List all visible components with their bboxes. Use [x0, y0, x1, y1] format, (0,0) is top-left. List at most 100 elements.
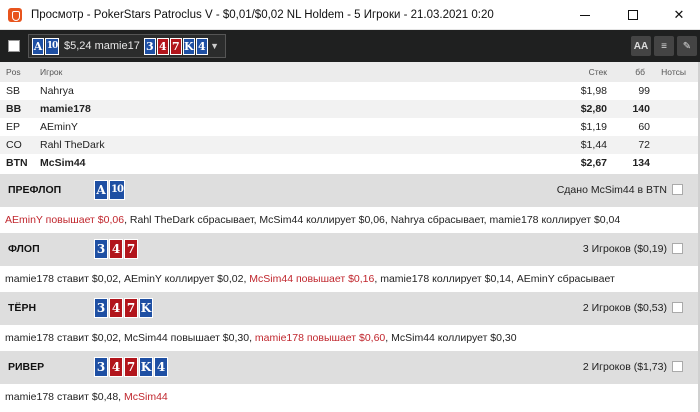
playing-card: 4 — [109, 357, 123, 377]
player-position: BB — [6, 103, 22, 115]
toolbar: A 10 $5,24 mamie17 347K4 ▼ AA ≡ ✎ — [0, 30, 700, 62]
street-header: ТЁРН 3 4 7 K 2 Игроков ($0,53) — [0, 292, 700, 325]
street-cards: 347K4 — [94, 357, 169, 377]
action-text: mamie178 ставит $0,02, AEminY коллирует … — [5, 273, 250, 285]
pencil-icon: ✎ — [682, 40, 692, 52]
chevron-down-icon: ▼ — [210, 41, 219, 51]
player-name: Rahl TheDark — [40, 139, 105, 151]
playing-card: 3 — [94, 357, 108, 377]
font-size-icon: AA — [633, 40, 649, 52]
street-cards: 347K — [94, 298, 154, 318]
street-header: РИВЕР 3 4 7 K 4 2 Игроков ($1,73) — [0, 351, 700, 384]
player-bb: 72 — [638, 139, 650, 151]
street-pot: 2 Игроков ($1,73) — [582, 361, 667, 373]
list-button[interactable]: ≡ — [654, 36, 674, 56]
playing-card: K — [182, 37, 195, 55]
hand-history-panel: Pos Игрок Стек бб Нотсы SB Nahrya $1,98 99 B… — [0, 62, 700, 412]
hand-summary-text: $5,24 mamie17 — [64, 40, 140, 52]
playing-card: 4 — [154, 357, 168, 377]
playing-card: 7 — [124, 298, 138, 318]
player-position: SB — [6, 85, 21, 97]
hand-selector[interactable]: A 10 $5,24 mamie17 347K4 ▼ — [28, 34, 226, 58]
street-label: ФЛОП — [8, 243, 40, 255]
playing-card: 4 — [195, 37, 208, 55]
player-row[interactable]: EP AEminY $1,19 60 — [0, 118, 700, 136]
street-header: ПРЕФЛОП A 10 Сдано McSim44 в BTN — [0, 174, 700, 207]
maximize-icon — [628, 10, 638, 20]
player-stack: $1,19 — [580, 121, 607, 133]
playing-card: 3 — [94, 239, 108, 259]
window-title: Просмотр - PokerStars Patroclus V - $0,0… — [31, 8, 494, 21]
player-position: CO — [6, 139, 22, 151]
player-row[interactable]: BTN McSim44 $2,67 134 — [0, 154, 700, 172]
playing-card: 4 — [109, 298, 123, 318]
playing-card: K — [139, 298, 153, 318]
raise-action: McSim44 повышает $0,16 — [249, 273, 375, 285]
select-checkbox[interactable] — [8, 40, 20, 52]
playing-card: 7 — [169, 37, 182, 55]
action-text: mamie178 ставит $0,02, McSim44 повышает … — [5, 332, 255, 344]
player-name: Nahrya — [40, 85, 74, 97]
player-bb: 60 — [638, 121, 650, 133]
playing-card: A — [32, 37, 44, 55]
title-bar: Просмотр - PokerStars Patroclus V - $0,0… — [0, 0, 700, 30]
player-name: McSim44 — [40, 157, 86, 169]
action-text: , McSim44 коллирует $0,30 — [385, 332, 517, 344]
playing-card: 3 — [143, 37, 156, 55]
player-row[interactable]: SB Nahrya $1,98 99 — [0, 82, 700, 100]
action-text: , mamie178 коллирует $0,14, AEminY сбрас… — [374, 273, 615, 285]
player-row[interactable]: CO Rahl TheDark $1,44 72 — [0, 136, 700, 154]
player-bb: 99 — [638, 85, 650, 97]
street-cards: A 10 — [94, 180, 126, 200]
raise-action: AEminY повышает $0,06 — [5, 214, 125, 226]
street-checkbox[interactable] — [672, 361, 683, 372]
maximize-button[interactable] — [610, 0, 656, 30]
hero-hand: A 10 — [32, 37, 60, 55]
close-button[interactable]: ✕ — [656, 0, 700, 30]
player-stack: $1,98 — [580, 85, 607, 97]
list-icon: ≡ — [661, 40, 667, 52]
player-stack: $2,67 — [580, 157, 607, 169]
font-size-button[interactable]: AA — [631, 36, 651, 56]
street-label: ТЁРН — [8, 302, 37, 314]
player-bb: 134 — [632, 157, 650, 169]
raise-action: mamie178 повышает $0,60 — [254, 332, 386, 344]
street-checkbox[interactable] — [672, 184, 683, 195]
header-bb: бб — [635, 67, 645, 77]
player-position: EP — [6, 121, 21, 133]
header-notes: Нотсы — [661, 67, 686, 77]
playing-card: 10 — [109, 180, 125, 200]
minimize-button[interactable] — [562, 0, 608, 30]
player-row[interactable]: BB mamie178 $2,80 140 — [0, 100, 700, 118]
street-checkbox[interactable] — [672, 302, 683, 313]
street-checkbox[interactable] — [672, 243, 683, 254]
playing-card: 7 — [124, 239, 138, 259]
street-cards: 347 — [94, 239, 139, 259]
playing-card: 4 — [156, 37, 169, 55]
playing-card: 10 — [45, 37, 59, 55]
street-actions: AEminY повышает $0,06, Rahl TheDark сбра… — [5, 214, 620, 226]
playing-card: K — [139, 357, 153, 377]
player-bb: 140 — [632, 103, 650, 115]
raise-action: McSim44 — [124, 391, 168, 403]
street-label: ПРЕФЛОП — [8, 184, 62, 196]
minimize-icon — [580, 14, 590, 16]
player-name: mamie178 — [40, 103, 91, 115]
action-text: , Rahl TheDark сбрасывает, McSim44 колли… — [124, 214, 621, 226]
street-label: РИВЕР — [8, 361, 45, 373]
playing-card: 7 — [124, 357, 138, 377]
edit-button[interactable]: ✎ — [677, 36, 697, 56]
playing-card: 3 — [94, 298, 108, 318]
app-icon — [8, 7, 22, 22]
action-text: mamie178 ставит $0,48, — [5, 391, 125, 403]
playing-card: 4 — [109, 239, 123, 259]
header-stack: Стек — [588, 67, 607, 77]
player-stack: $2,80 — [580, 103, 607, 115]
street-actions: mamie178 ставит $0,02, AEminY коллирует … — [5, 273, 615, 285]
street-pot: 3 Игроков ($0,19) — [582, 243, 667, 255]
header-pos: Pos — [6, 67, 21, 77]
street-actions: mamie178 ставит $0,02, McSim44 повышает … — [5, 332, 517, 344]
header-player: Игрок — [40, 67, 63, 77]
player-stack: $1,44 — [580, 139, 607, 151]
players-table-header: Pos Игрок Стек бб Нотсы — [0, 62, 700, 82]
